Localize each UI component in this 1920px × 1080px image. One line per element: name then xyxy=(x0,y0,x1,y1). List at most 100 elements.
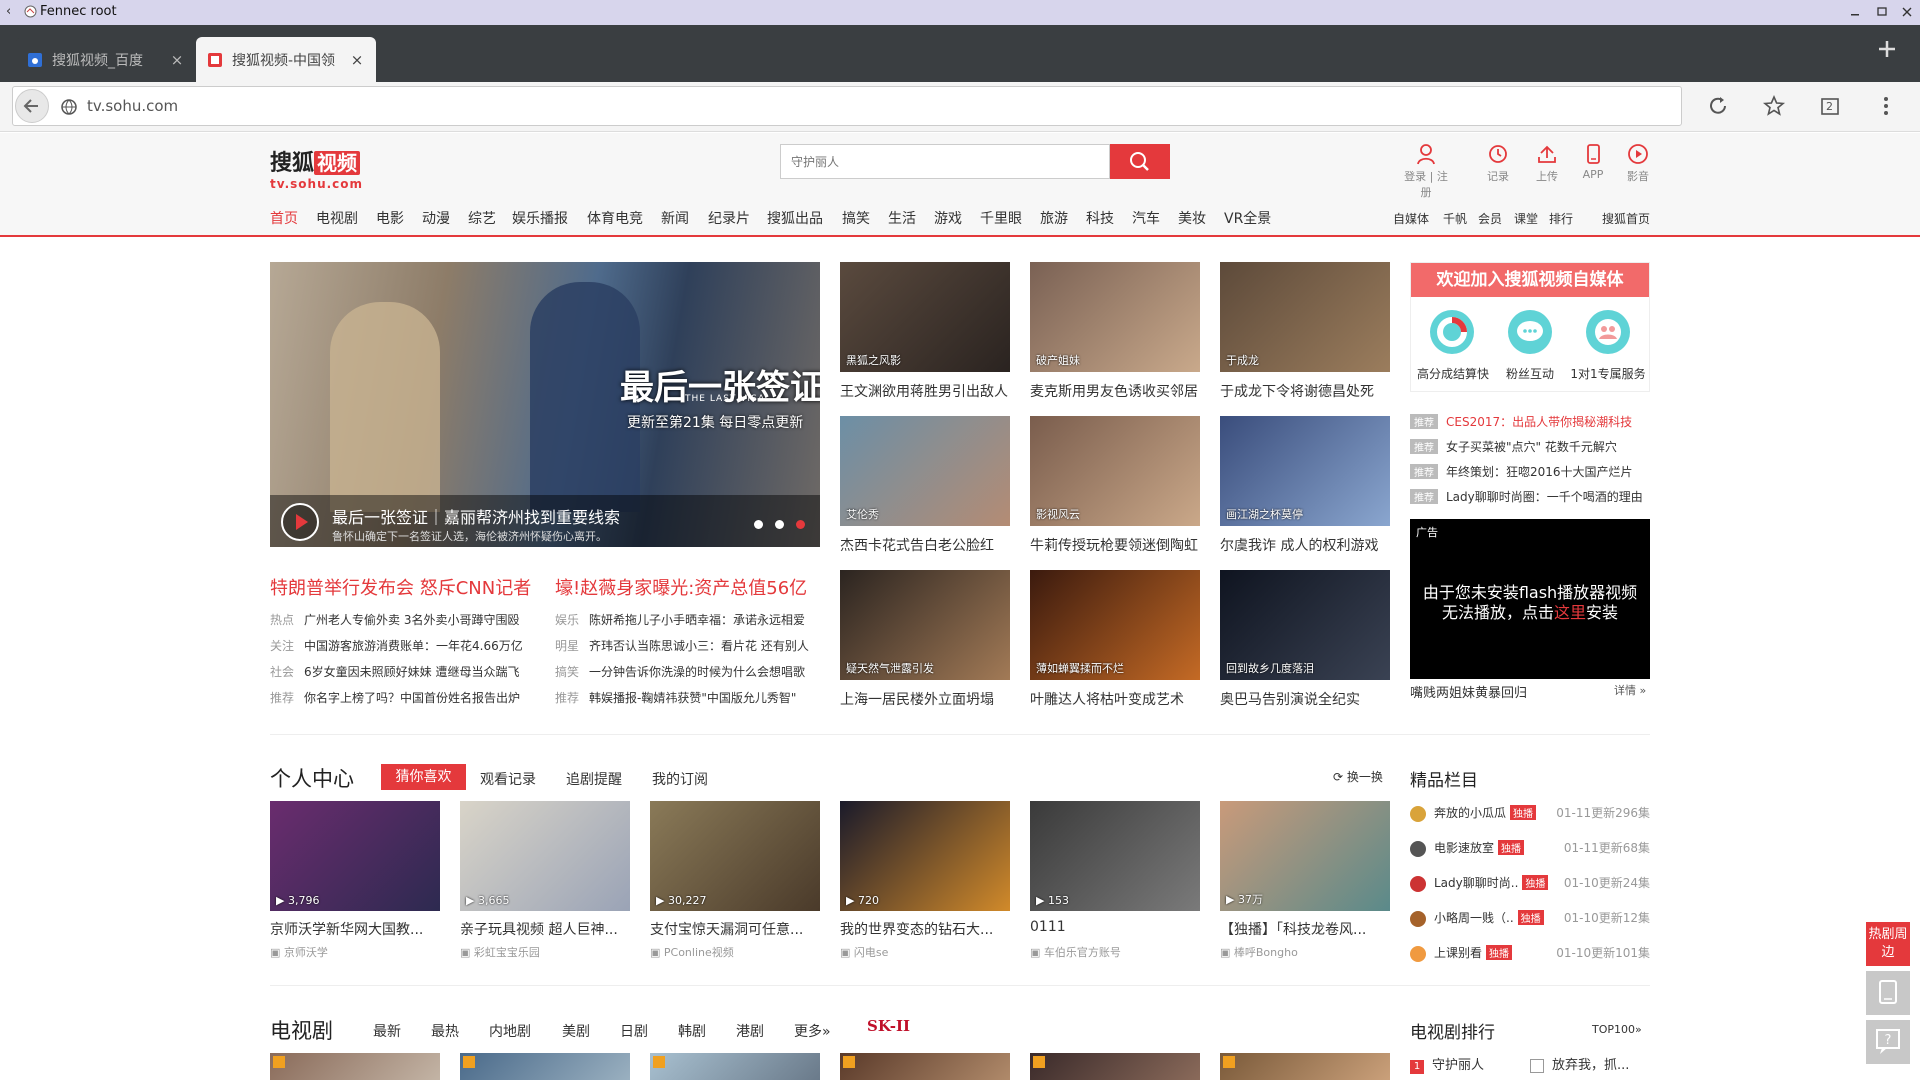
headline-1[interactable]: 特朗普举行发布会 怒斥CNN记者 xyxy=(270,574,531,600)
hero-play-icon[interactable] xyxy=(280,502,320,542)
grid-thumb[interactable]: 疑天然气泄露引发 xyxy=(840,570,1010,680)
maximize-icon[interactable] xyxy=(1875,2,1889,22)
nav-variety[interactable]: 综艺 xyxy=(468,208,496,228)
tv-thumb[interactable] xyxy=(840,1053,1010,1080)
recommend-text[interactable]: 年终策划：狂唿2016十大国产烂片 xyxy=(1446,465,1633,479)
nav-class[interactable]: 课堂 xyxy=(1514,210,1538,227)
grid-thumb[interactable]: 薄如蝉翼揉而不烂 xyxy=(1030,570,1200,680)
video-thumb[interactable]: ▶ 153 xyxy=(1030,801,1200,911)
tablet-button[interactable] xyxy=(1866,971,1910,1015)
player-button[interactable]: 影音 xyxy=(1620,143,1656,184)
recommend-item[interactable]: 推荐 年终策划：狂唿2016十大国产烂片 xyxy=(1410,463,1633,480)
featured-name[interactable]: 电影速放室 xyxy=(1434,841,1494,855)
news-text[interactable]: 韩娱播报-鞠婧祎获赞"中国版允儿秀智" xyxy=(589,691,796,705)
window-back-icon[interactable]: ‹ xyxy=(6,4,11,19)
headline-2[interactable]: 壕!赵薇身家曝光:资产总值56亿 xyxy=(555,574,807,600)
reload-icon[interactable] xyxy=(1706,94,1730,118)
feedback-button[interactable]: ? xyxy=(1866,1020,1910,1064)
close-window-icon[interactable] xyxy=(1900,2,1914,22)
minimize-icon[interactable] xyxy=(1848,2,1862,22)
news-text[interactable]: 一分钟告诉你洗澡的时候为什么会想唱歌 xyxy=(589,665,805,679)
login-link[interactable]: 登录 xyxy=(1404,170,1426,183)
tv-tab-mainland[interactable]: 内地剧 xyxy=(489,1021,531,1041)
video-channel[interactable]: ▣ PConline视频 xyxy=(650,944,734,960)
featured-name[interactable]: Lady聊聊时尚.. xyxy=(1434,876,1518,890)
grid-caption[interactable]: 奥巴马告别演说全纪实 xyxy=(1220,689,1395,709)
grid-thumb[interactable]: 黑狐之风影 xyxy=(840,262,1010,372)
tv-tab-latest[interactable]: 最新 xyxy=(373,1021,401,1041)
app-button[interactable]: APP xyxy=(1575,143,1611,181)
featured-name[interactable]: 小略周一贱（.. xyxy=(1434,911,1514,925)
grid-thumb[interactable]: 影视风云 xyxy=(1030,416,1200,526)
nav-beauty[interactable]: 美妆 xyxy=(1178,208,1206,228)
nav-qianfan[interactable]: 千帆 xyxy=(1443,210,1467,227)
bookmark-star-icon[interactable] xyxy=(1762,94,1786,118)
tv-tab-hottest[interactable]: 最热 xyxy=(431,1021,459,1041)
tv-tab-hk[interactable]: 港剧 xyxy=(736,1021,764,1041)
video-title[interactable]: 支付宝惊天漏洞可任意... xyxy=(650,919,820,939)
tab-baidu[interactable]: 搜狐视频_百度 × xyxy=(16,37,196,82)
recommend-text[interactable]: CES2017：出品人带你揭秘潮科技 xyxy=(1446,415,1632,429)
tv-thumb[interactable] xyxy=(650,1053,820,1080)
nav-funny[interactable]: 搞笑 xyxy=(842,208,870,228)
login-register[interactable]: 登录 | 注册 xyxy=(1400,143,1452,200)
tv-tab-kr[interactable]: 韩剧 xyxy=(678,1021,706,1041)
video-channel[interactable]: ▣ 闪电se xyxy=(840,944,888,960)
tab-guess-you-like[interactable]: 猜你喜欢 xyxy=(381,764,466,790)
recommend-item[interactable]: 推荐 Lady聊聊时尚圈：一千个喝酒的理由 xyxy=(1410,488,1643,505)
close-tab-icon[interactable]: × xyxy=(350,51,364,69)
grid-caption[interactable]: 于成龙下令将谢德昌处死 xyxy=(1220,381,1395,401)
grid-thumb[interactable]: 于成龙 xyxy=(1220,262,1390,372)
video-thumb[interactable]: ▶ 37万 xyxy=(1220,801,1390,911)
rank-name[interactable]: 放弃我，抓... xyxy=(1552,1058,1629,1073)
video-thumb[interactable]: ▶ 3,796 xyxy=(270,801,440,911)
we-media-panel[interactable]: 欢迎加入搜狐视频自媒体 高分成结算快 粉丝互动 1对1专属服务 xyxy=(1410,262,1650,392)
rank-name[interactable]: 守护丽人 xyxy=(1432,1058,1484,1073)
news-item[interactable]: 明星 齐玮否认当陈思诚小三：看片花 还有别人 xyxy=(555,637,809,654)
news-text[interactable]: 6岁女童因未照顾好妹妹 遭继母当众踹飞 xyxy=(304,665,519,679)
new-tab-icon[interactable] xyxy=(1875,37,1899,61)
news-text[interactable]: 齐玮否认当陈思诚小三：看片花 还有别人 xyxy=(589,639,809,653)
recommend-text[interactable]: Lady聊聊时尚圈：一千个喝酒的理由 xyxy=(1446,490,1643,504)
news-item[interactable]: 推荐 你名字上榜了吗？中国首份姓名报告出炉 xyxy=(270,689,520,706)
recommend-item[interactable]: 推荐 CES2017：出品人带你揭秘潮科技 xyxy=(1410,413,1632,430)
refresh-button[interactable]: ⟳ 换一换 xyxy=(1333,768,1383,785)
recommend-item[interactable]: 推荐 女子买菜被"点穴" 花数千元解穴 xyxy=(1410,438,1617,455)
nav-originals[interactable]: 搜狐出品 xyxy=(767,208,823,228)
video-channel[interactable]: ▣ 京师沃学 xyxy=(270,944,328,960)
tv-thumb[interactable] xyxy=(270,1053,440,1080)
nav-anime[interactable]: 动漫 xyxy=(422,208,450,228)
nav-qianliyan[interactable]: 千里眼 xyxy=(980,208,1022,228)
grid-thumb[interactable]: 画江湖之杯莫停 xyxy=(1220,416,1390,526)
nav-wemedia[interactable]: 自媒体 xyxy=(1393,210,1429,227)
tv-rank-item[interactable]: 1 守护丽人 xyxy=(1410,1054,1484,1074)
featured-name[interactable]: 上课别看 xyxy=(1434,946,1482,960)
tv-thumb[interactable] xyxy=(1220,1053,1390,1080)
news-text[interactable]: 陈妍希拖儿子小手晒幸福：承诺永远相爱 xyxy=(589,613,805,627)
tab-follow-reminder[interactable]: 追剧提醒 xyxy=(566,769,622,789)
video-thumb[interactable]: ▶ 30,227 xyxy=(650,801,820,911)
video-channel[interactable]: ▣ 车伯乐官方账号 xyxy=(1030,944,1121,960)
history-button[interactable]: 记录 xyxy=(1480,143,1516,184)
nav-vr[interactable]: VR全景 xyxy=(1224,208,1271,228)
grid-caption[interactable]: 牛莉传授玩枪要领迷倒陶虹 xyxy=(1030,535,1205,555)
upload-button[interactable]: 上传 xyxy=(1529,143,1565,184)
carousel-dot[interactable] xyxy=(775,520,784,529)
carousel-dot-active[interactable] xyxy=(796,520,805,529)
news-item[interactable]: 社会 6岁女童因未照顾好妹妹 遭继母当众踹飞 xyxy=(270,663,519,680)
grid-caption[interactable]: 王文渊欲用蒋胜男引出敌人 xyxy=(840,381,1015,401)
nav-movie[interactable]: 电影 xyxy=(376,208,404,228)
news-item[interactable]: 搞笑 一分钟告诉你洗澡的时候为什么会想唱歌 xyxy=(555,663,805,680)
video-title[interactable]: 亲子玩具视频 超人巨神... xyxy=(460,919,630,939)
tab-my-subscriptions[interactable]: 我的订阅 xyxy=(652,769,708,789)
nav-auto[interactable]: 汽车 xyxy=(1132,208,1160,228)
news-text[interactable]: 中国游客旅游消费账单：一年花4.66万亿 xyxy=(304,639,523,653)
video-title[interactable]: 京师沃学新华网大国教... xyxy=(270,919,440,939)
featured-item[interactable]: 奔放的小瓜瓜 独播 01-11更新296集 xyxy=(1410,804,1650,822)
video-thumb[interactable]: ▶ 3,665 xyxy=(460,801,630,911)
grid-caption[interactable]: 尔虞我诈 成人的权利游戏 xyxy=(1220,535,1395,555)
news-item[interactable]: 娱乐 陈妍希拖儿子小手晒幸福：承诺永远相爱 xyxy=(555,611,805,628)
sohu-logo[interactable]: 搜狐 视频 tv.sohu.com xyxy=(270,145,363,191)
video-title[interactable]: 我的世界变态的钻石大... xyxy=(840,919,1010,939)
news-text[interactable]: 广州老人专偷外卖 3名外卖小哥蹲守围殴 xyxy=(304,613,519,627)
